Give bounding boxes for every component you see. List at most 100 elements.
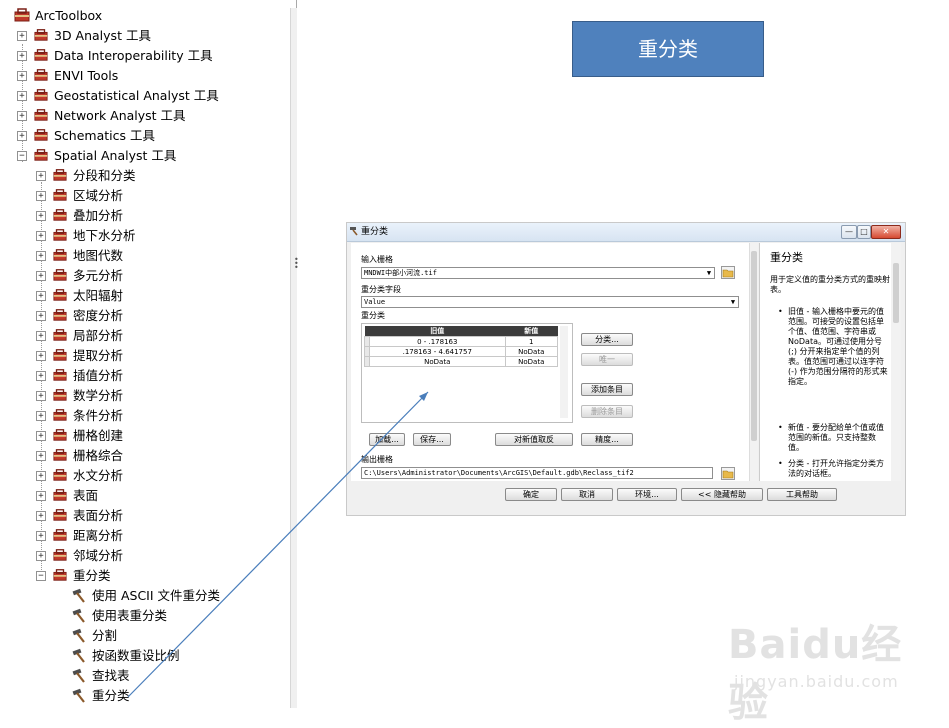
- toolset-icon: [53, 349, 67, 361]
- plus-expander-icon[interactable]: +: [36, 211, 46, 221]
- dialog-titlebar[interactable]: 重分类 — □ ✕: [347, 223, 905, 242]
- plus-expander-icon[interactable]: +: [17, 131, 27, 141]
- toolset-icon: [53, 329, 67, 341]
- plus-expander-icon[interactable]: +: [36, 511, 46, 521]
- new-value-cell[interactable]: NoData: [504, 346, 559, 357]
- tree-item-label: 重分类: [73, 568, 111, 583]
- table-row[interactable]: 0 - .178163 1: [364, 336, 559, 347]
- reclass-table: 旧值 新值 0 - .178163 1 .178163 - 4.641757 N…: [364, 326, 559, 367]
- toolset-icon: [53, 429, 67, 441]
- tool-help-button[interactable]: 工具帮助: [767, 488, 837, 501]
- scrollbar-thumb[interactable]: [893, 263, 899, 323]
- chevron-down-icon[interactable]: ▼: [704, 268, 714, 278]
- old-value-cell[interactable]: 0 - .178163: [369, 336, 506, 347]
- arctoolbox-tree: ArcToolbox +3D Analyst 工具 + Data Interoper…: [0, 0, 297, 708]
- toolset-icon: [53, 189, 67, 201]
- tree-item-label: 距离分析: [73, 528, 124, 543]
- plus-expander-icon[interactable]: +: [36, 311, 46, 321]
- ok-button[interactable]: 确定: [505, 488, 557, 501]
- minimize-button[interactable]: —: [841, 225, 857, 239]
- tree-item-label: 提取分析: [73, 348, 124, 363]
- cancel-button[interactable]: 取消: [561, 488, 613, 501]
- plus-expander-icon[interactable]: +: [36, 391, 46, 401]
- help-scrollbar[interactable]: [891, 243, 901, 481]
- plus-expander-icon[interactable]: +: [17, 91, 27, 101]
- plus-expander-icon[interactable]: +: [36, 191, 46, 201]
- old-value-cell[interactable]: .178163 - 4.641757: [369, 346, 506, 357]
- toolset-icon: [53, 529, 67, 541]
- plus-expander-icon[interactable]: +: [36, 531, 46, 541]
- plus-expander-icon[interactable]: +: [17, 51, 27, 61]
- plus-expander-icon[interactable]: +: [36, 171, 46, 181]
- plus-expander-icon[interactable]: +: [36, 291, 46, 301]
- help-item-old-value: 旧值 - 输入栅格中要元的值范围。可接受的设置包括单个值、值范围、字符串或 No…: [788, 307, 888, 386]
- pane-splitter[interactable]: • • •: [294, 256, 299, 272]
- tree-item-label: 表面分析: [73, 508, 124, 523]
- plus-expander-icon[interactable]: +: [36, 431, 46, 441]
- output-raster-field[interactable]: C:\Users\Administrator\Documents\ArcGIS\…: [361, 467, 713, 479]
- new-value-cell[interactable]: NoData: [504, 356, 559, 367]
- plus-expander-icon[interactable]: +: [36, 271, 46, 281]
- toolset-icon: [53, 289, 67, 301]
- column-header-new-value[interactable]: 新值: [505, 326, 558, 337]
- plus-expander-icon[interactable]: +: [36, 471, 46, 481]
- plus-expander-icon[interactable]: +: [17, 31, 27, 41]
- tree-item-label: 重分类: [92, 688, 130, 703]
- minus-expander-icon[interactable]: −: [36, 571, 46, 581]
- plus-expander-icon[interactable]: +: [36, 451, 46, 461]
- toolset-icon: [34, 49, 48, 61]
- reverse-new-values-button[interactable]: 对新值取反: [495, 433, 573, 446]
- input-raster-combobox[interactable]: MNDWI中部小河流.tif ▼: [361, 267, 715, 279]
- plus-expander-icon[interactable]: +: [36, 231, 46, 241]
- environments-button[interactable]: 环境...: [617, 488, 677, 501]
- tree-item-label: 分段和分类: [73, 168, 136, 183]
- parameters-scrollbar[interactable]: [749, 243, 758, 481]
- plus-expander-icon[interactable]: +: [36, 251, 46, 261]
- plus-expander-icon[interactable]: +: [36, 411, 46, 421]
- load-button[interactable]: 加载...: [369, 433, 405, 446]
- save-button[interactable]: 保存...: [413, 433, 451, 446]
- tree-item-label: 多元分析: [73, 268, 124, 283]
- precision-button[interactable]: 精度...: [581, 433, 633, 446]
- reclass-field-combobox[interactable]: Value ▼: [361, 296, 739, 308]
- toolset-icon: [34, 89, 48, 101]
- table-row[interactable]: NoData NoData: [364, 356, 559, 367]
- tree-item-label: Geostatistical Analyst 工具: [54, 88, 219, 103]
- toolset-icon: [34, 109, 48, 121]
- toolset-icon: [34, 69, 48, 81]
- plus-expander-icon[interactable]: +: [36, 491, 46, 501]
- hide-help-button[interactable]: << 隐藏帮助: [681, 488, 763, 501]
- hammer-tool-icon: [72, 648, 85, 663]
- minus-expander-icon[interactable]: −: [17, 151, 27, 161]
- tree-item-label: 区域分析: [73, 188, 124, 203]
- scrollbar-thumb[interactable]: [751, 251, 757, 441]
- toolset-icon: [53, 389, 67, 401]
- tree-scrollbar[interactable]: [290, 8, 297, 708]
- classify-button[interactable]: 分类...: [581, 333, 633, 346]
- unique-button[interactable]: 唯一: [581, 353, 633, 366]
- plus-expander-icon[interactable]: +: [17, 71, 27, 81]
- plus-expander-icon[interactable]: +: [36, 331, 46, 341]
- add-entry-button[interactable]: 添加条目: [581, 383, 633, 396]
- toolset-icon: [53, 549, 67, 561]
- maximize-button[interactable]: □: [857, 225, 871, 239]
- hammer-tool-icon: [72, 608, 85, 623]
- old-value-cell[interactable]: NoData: [369, 356, 506, 367]
- table-scrollbar[interactable]: [560, 326, 568, 418]
- plus-expander-icon[interactable]: +: [17, 111, 27, 121]
- tree-item-label: Data Interoperability 工具: [54, 48, 213, 63]
- plus-expander-icon[interactable]: +: [36, 551, 46, 561]
- toolset-icon: [53, 469, 67, 481]
- tree-root-label: ArcToolbox: [35, 8, 103, 23]
- plus-expander-icon[interactable]: +: [36, 371, 46, 381]
- table-row[interactable]: .178163 - 4.641757 NoData: [364, 346, 559, 357]
- folder-icon[interactable]: [721, 467, 735, 480]
- chevron-down-icon[interactable]: ▼: [728, 297, 738, 307]
- delete-entry-button[interactable]: 删除条目: [581, 405, 633, 418]
- folder-icon[interactable]: [721, 266, 735, 279]
- plus-expander-icon[interactable]: +: [36, 351, 46, 361]
- new-value-cell[interactable]: 1: [504, 336, 559, 347]
- close-button[interactable]: ✕: [871, 225, 901, 239]
- column-header-old-value[interactable]: 旧值: [369, 326, 506, 337]
- tree-item-label: 水文分析: [73, 468, 124, 483]
